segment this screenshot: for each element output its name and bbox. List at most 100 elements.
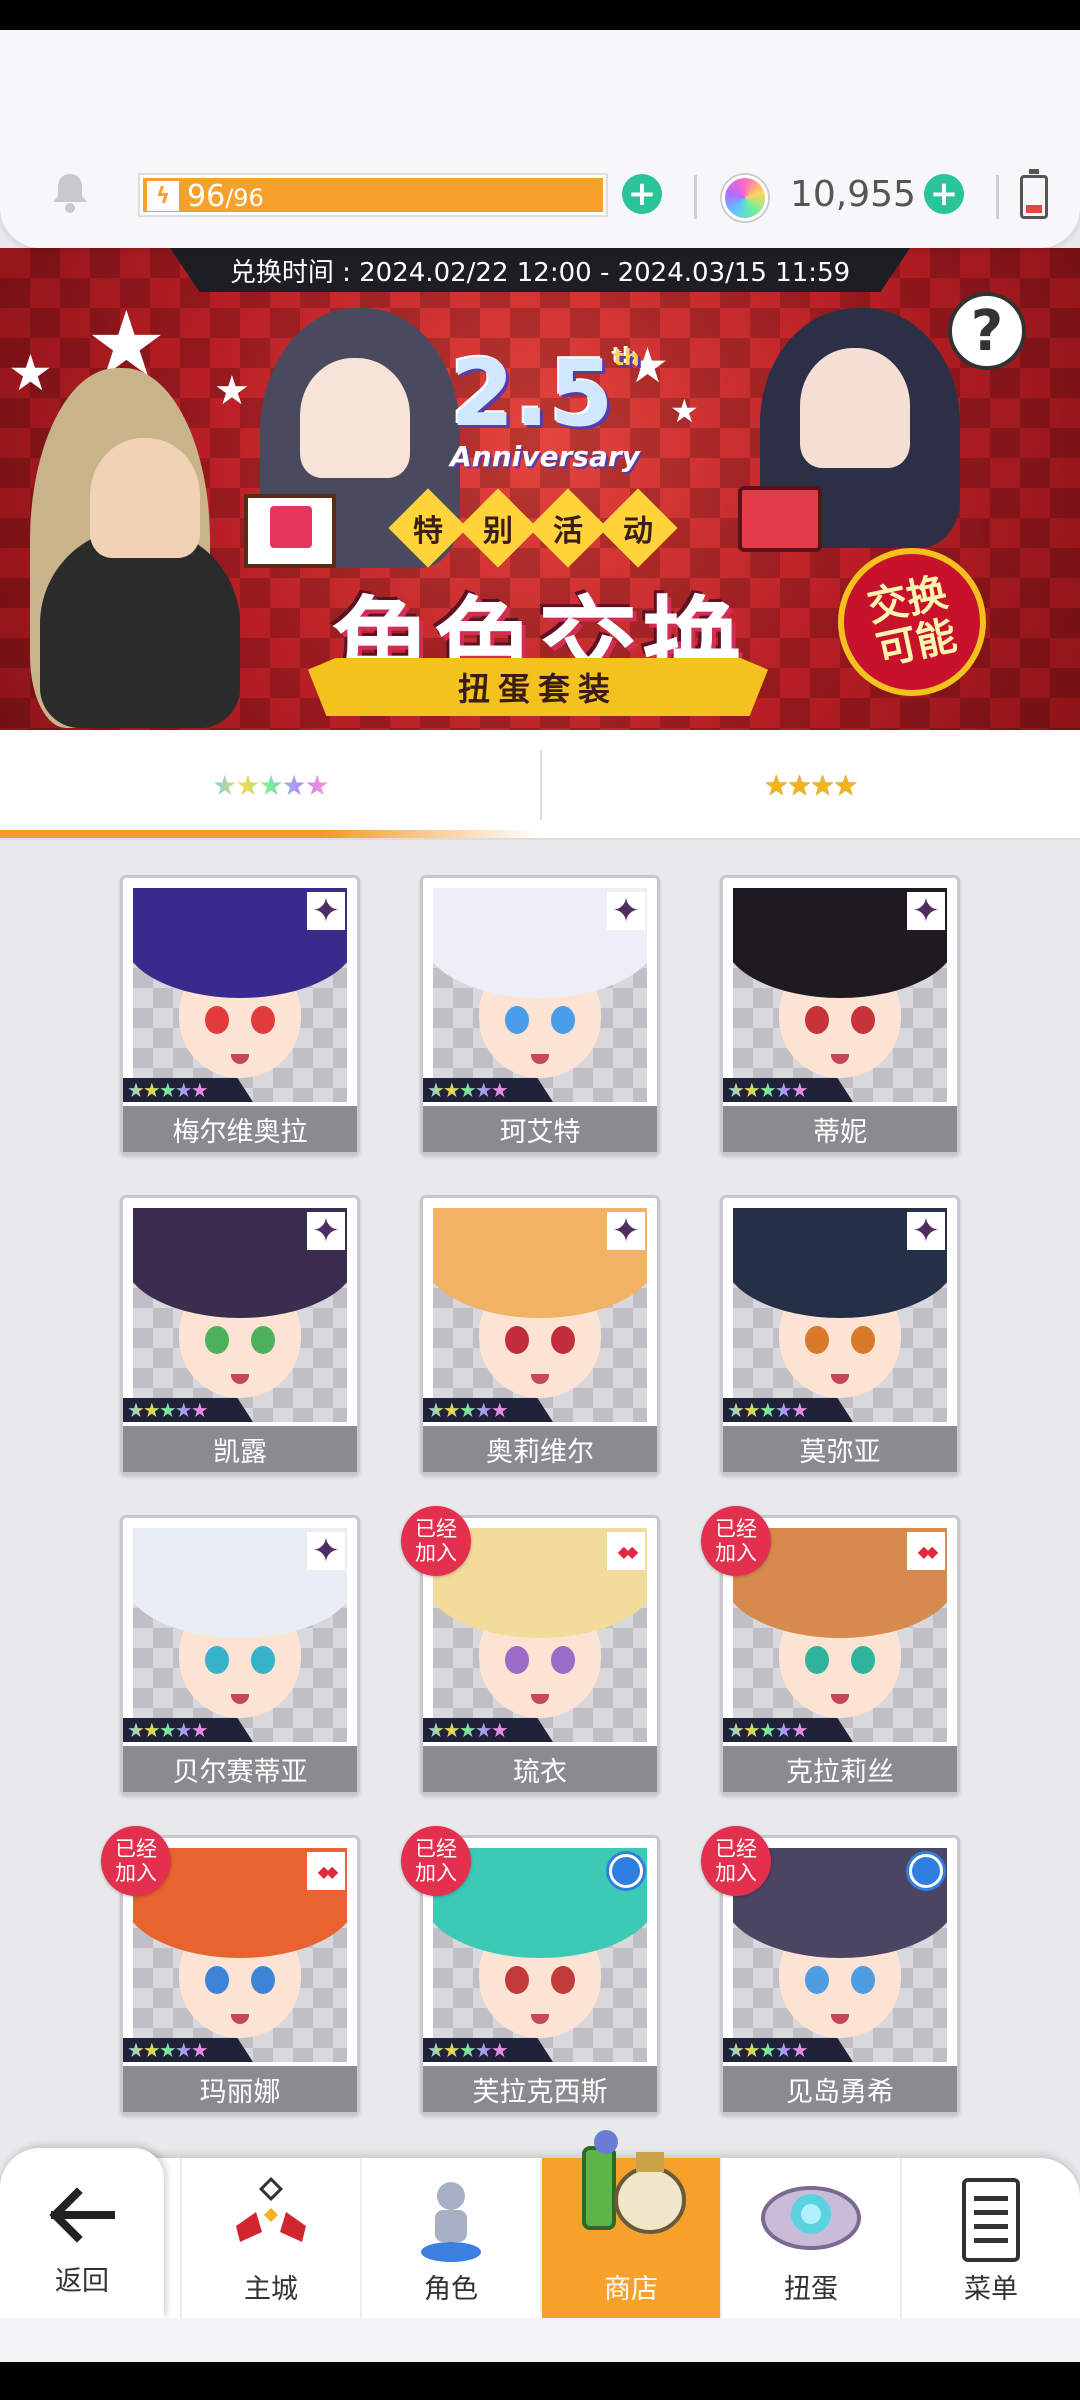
rarity-stars: ★★★★★ [423,1398,553,1422]
star-decoration: ★ [214,368,250,414]
home-indicator-area [0,2318,1080,2362]
rarity-stars: ★★★★★ [723,1078,853,1102]
character-name: 奥莉维尔 [423,1426,657,1472]
character-name: 凯露 [123,1426,357,1472]
bottom-nav: 主城 角色 商店 扭蛋 菜单 返回 [0,2128,1080,2318]
character-name: 珂艾特 [423,1106,657,1152]
dark-element-icon [307,1532,345,1570]
top-bar: ϟ 96/96 + 10,955 + [0,30,1080,248]
character-name: 克拉莉丝 [723,1746,957,1792]
nav-item-gacha[interactable]: 扭蛋 [720,2158,900,2318]
dark-element-icon [907,1212,945,1250]
dark-element-icon [307,892,345,930]
divider [996,175,999,219]
character-card[interactable]: ★★★★★ 奥莉维尔 [420,1195,660,1475]
stamina-bar: ϟ 96/96 [140,175,606,215]
divider [694,175,697,219]
nav-item-castle[interactable]: 主城 [180,2158,360,2318]
character-card[interactable]: ★★★★★ 贝尔赛蒂亚 [120,1515,360,1795]
rarity-stars: ★★★★★ [723,2038,853,2062]
rarity-stars: ★★★★★ [423,1718,553,1742]
anniversary-logo: 2.5th Anniversary [450,340,640,474]
castle-icon [236,2176,306,2242]
help-button[interactable]: ? [948,292,1026,370]
rarity-tabs: ★★★★★ ★★★★ [0,730,1080,840]
character-name: 玛丽娜 [123,2066,357,2112]
rarity-stars: ★★★★★ [723,1398,853,1422]
rarity-stars: ★★★★★ [123,2038,253,2062]
character-name: 蒂妮 [723,1106,957,1152]
character-card[interactable]: ★★★★★ 蒂妮 [720,875,960,1155]
gem-icon [722,175,768,221]
character-art-center-face [300,358,410,478]
character-name: 琉衣 [423,1746,657,1792]
rarity-stars: ★★★★★ [123,1398,253,1422]
add-gems-button[interactable]: + [924,174,964,214]
character-art-left-face [90,438,200,558]
banner-subtitle: 扭蛋套装 [308,658,768,716]
gacha-icon [761,2186,861,2250]
status-bar [0,0,1080,30]
gem-count: 10,955 [790,174,916,215]
arrow-left-icon [49,2187,115,2243]
tab-five-star[interactable]: ★★★★★ [0,730,540,840]
ticket-icon [738,486,822,552]
rarity-stars: ★★★★★ [123,1078,253,1102]
tab-label: ★★★★ [763,768,858,802]
menu-icon [962,2178,1020,2262]
active-tab-indicator [0,830,540,838]
nav-item-menu[interactable]: 菜单 [900,2158,1080,2318]
character-card[interactable]: ★★★★★ 莫弥亚 [720,1195,960,1475]
lightning-icon: ϟ [147,181,179,211]
nav-item-shop[interactable]: 商店 [540,2130,720,2318]
dark-element-icon [907,892,945,930]
fire-element-icon [607,1532,645,1570]
tab-label: ★★★★★ [212,768,330,802]
event-label: 特 别 活 动 [388,488,678,568]
character-name: 莫弥亚 [723,1426,957,1472]
dark-element-icon [307,1212,345,1250]
nav-item-character[interactable]: 角色 [360,2158,540,2318]
character-name: 贝尔赛蒂亚 [123,1746,357,1792]
character-card[interactable]: ★★★★★ 见岛勇希 已经 加入 [701,1826,960,2115]
dark-element-icon [607,1212,645,1250]
app-screen: ϟ 96/96 + 10,955 + ★ ★ ★ ★ ★ 兑换时间 : 2024… [0,30,1080,2362]
character-card[interactable]: ★★★★★ 珂艾特 [420,875,660,1155]
character-card[interactable]: ★★★★★ 凯露 [120,1195,360,1475]
joined-badge: 已经 加入 [401,1506,471,1576]
dark-element-icon [607,892,645,930]
event-banner: ★ ★ ★ ★ ★ 兑换时间 : 2024.02/22 12:00 - 2024… [0,248,1080,730]
character-card[interactable]: ★★★★★ 玛丽娜 已经加入 [101,1826,360,2115]
navigation-bar [0,2362,1080,2400]
star-decoration: ★ [670,392,699,430]
character-art-left-body [40,528,240,728]
bell-icon[interactable] [48,170,92,214]
water-element-icon [907,1852,945,1890]
rarity-stars: ★★★★★ [723,1718,853,1742]
character-grid: ★★★★★ 梅尔维奥拉 ★★★★★ 珂艾特 ★★★★★ 蒂妮 ★★★★★ 凯露 ★★★★★ 奥莉维… [0,840,1080,2160]
rarity-stars: ★★★★★ [423,2038,553,2062]
exchange-time: 兑换时间 : 2024.02/22 12:00 - 2024.03/15 11:… [170,248,910,292]
rarity-stars: ★★★★★ [123,1718,253,1742]
joined-badge: 已经 加入 [701,1826,771,1896]
star-decoration: ★ [8,344,53,402]
add-stamina-button[interactable]: + [622,174,662,214]
character-card[interactable]: ★★★★★ 芙拉克西斯 已经 加入 [401,1826,660,2115]
fire-element-icon [907,1532,945,1570]
character-card[interactable]: ★★★★★ 克拉莉丝 已经加入 [701,1506,960,1795]
character-name: 芙拉克西斯 [423,2066,657,2112]
tab-four-star[interactable]: ★★★★ [540,730,1080,840]
joined-badge: 已经 加入 [401,1826,471,1896]
character-card[interactable]: ★★★★★ 琉衣 已经加入 [401,1506,660,1795]
character-name: 见岛勇希 [723,2066,957,2112]
back-button[interactable]: 返回 [0,2148,164,2318]
battery-icon [1020,169,1048,219]
stamina-value: 96/96 [187,179,264,214]
character-art-right-face [800,348,910,468]
character-card[interactable]: ★★★★★ 梅尔维奥拉 [120,875,360,1155]
envelope-icon [244,494,336,568]
joined-badge: 已经 加入 [701,1506,771,1576]
fire-element-icon [307,1852,345,1890]
character-name: 梅尔维奥拉 [123,1106,357,1152]
character-icon [421,2182,481,2262]
